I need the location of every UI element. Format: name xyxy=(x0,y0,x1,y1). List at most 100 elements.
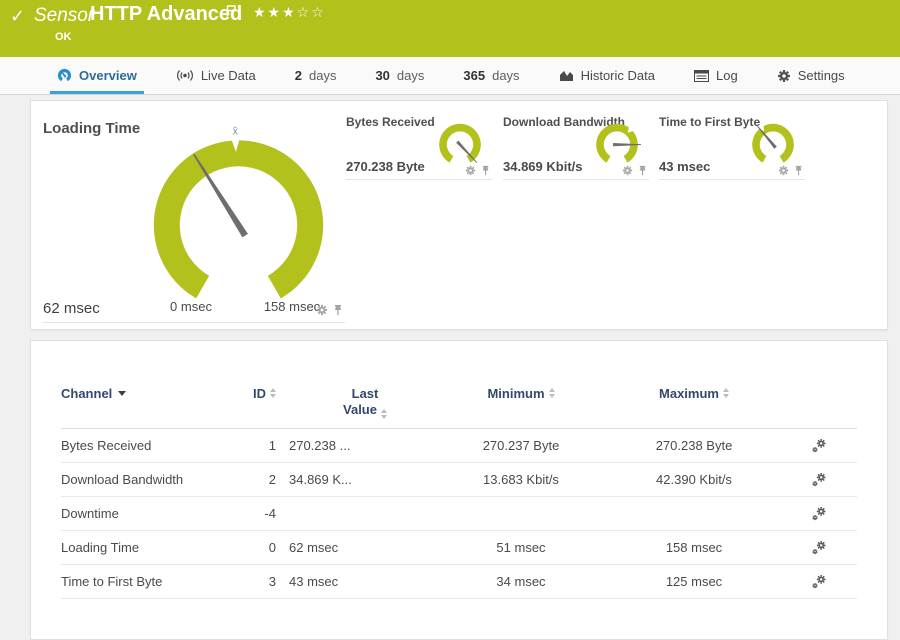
channel-name[interactable]: Time to First Byte xyxy=(61,574,246,589)
sort-arrows-icon xyxy=(381,409,387,419)
channel-id: 1 xyxy=(246,438,276,453)
channel-table-row: Downtime -4 xyxy=(61,497,857,531)
small-gauge xyxy=(749,119,797,167)
channel-maximum: 125 msec xyxy=(601,574,787,589)
tab-label: days xyxy=(492,68,519,83)
flag-icon[interactable] xyxy=(226,5,237,17)
channel-maximum: 270.238 Byte xyxy=(601,438,787,453)
channel-settings-icon[interactable] xyxy=(812,506,827,521)
tab-log[interactable]: Log xyxy=(694,57,738,94)
settings-icon xyxy=(777,69,791,83)
channel-table-row: Bytes Received 1 270.238 ... 270.237 Byt… xyxy=(61,429,857,463)
channel-id: 3 xyxy=(246,574,276,589)
column-label: Maximum xyxy=(659,386,719,401)
tab-live-data[interactable]: Live Data xyxy=(176,57,256,94)
channel-maximum: 158 msec xyxy=(601,540,787,555)
pin-icon[interactable] xyxy=(481,165,490,176)
tab-label: Overview xyxy=(79,68,137,83)
small-gauge-value: 34.869 Kbit/s xyxy=(503,159,583,174)
main-gauge-title: Loading Time xyxy=(43,120,140,137)
small-gauge-title: Bytes Received xyxy=(346,115,435,129)
tab-label: Settings xyxy=(798,68,845,83)
svg-text:x̄: x̄ xyxy=(233,126,239,138)
channel-settings-icon[interactable] xyxy=(812,574,827,589)
tab-label: Historic Data xyxy=(581,68,655,83)
channel-settings-icon[interactable] xyxy=(812,438,827,453)
gear-icon[interactable] xyxy=(622,165,633,176)
column-header-maximum[interactable]: Maximum xyxy=(601,386,787,401)
small-gauge-title: Time to First Byte xyxy=(659,115,760,129)
tab-label: days xyxy=(309,68,336,83)
sensor-title: HTTP Advanced xyxy=(90,3,242,26)
tab-number: 2 xyxy=(295,68,302,83)
sensor-status-badge: OK xyxy=(55,31,72,43)
channel-last-value: 62 msec xyxy=(276,540,441,555)
tab-number: 30 xyxy=(375,68,389,83)
column-label: Last Value xyxy=(343,386,378,417)
tab-label: Live Data xyxy=(201,68,256,83)
pin-icon[interactable] xyxy=(794,165,803,176)
pin-icon[interactable] xyxy=(638,165,647,176)
sort-arrows-icon xyxy=(549,388,555,398)
column-label: Channel xyxy=(61,386,112,401)
small-gauge-value: 270.238 Byte xyxy=(346,159,425,174)
channel-settings-icon[interactable] xyxy=(812,472,827,487)
channel-name[interactable]: Bytes Received xyxy=(61,438,246,453)
tab-2-days[interactable]: 2 days xyxy=(295,57,337,94)
tab-historic-data[interactable]: Historic Data xyxy=(559,57,655,94)
tile-actions xyxy=(465,165,490,176)
pin-icon[interactable] xyxy=(333,304,343,316)
channel-id: -4 xyxy=(246,506,276,521)
small-gauge-value: 43 msec xyxy=(659,159,710,174)
tab-overview[interactable]: Overview xyxy=(57,57,137,94)
gear-icon[interactable] xyxy=(316,304,328,316)
log-icon xyxy=(694,70,709,82)
tab-bar: Overview Live Data 2 days 30 days 365 days Histo… xyxy=(0,57,900,95)
channel-settings-icon[interactable] xyxy=(812,540,827,555)
channel-id: 0 xyxy=(246,540,276,555)
column-header-minimum[interactable]: Minimum xyxy=(441,386,601,401)
channel-name[interactable]: Download Bandwidth xyxy=(61,472,246,487)
channel-name[interactable]: Downtime xyxy=(61,506,246,521)
gauge-tile-time-to-first-byte: Time to First Byte 43 msec xyxy=(659,115,805,180)
tab-number: 365 xyxy=(463,68,485,83)
channel-last-value: 43 msec xyxy=(276,574,441,589)
sensor-header: ✓ Sensor HTTP Advanced ★★★☆☆ OK xyxy=(0,0,900,57)
channel-last-value: 34.869 K... xyxy=(276,472,441,487)
live-data-icon xyxy=(176,69,194,82)
column-header-channel[interactable]: Channel xyxy=(61,386,246,401)
column-label: Minimum xyxy=(487,386,544,401)
tab-365-days[interactable]: 365 days xyxy=(463,57,519,94)
sort-arrows-icon xyxy=(723,388,729,398)
tab-label: Log xyxy=(716,68,738,83)
tab-settings[interactable]: Settings xyxy=(777,57,845,94)
gauge-min-label: 0 msec xyxy=(161,299,221,314)
tile-actions xyxy=(316,304,343,316)
sensor-type-label: Sensor xyxy=(34,5,94,27)
channel-id: 2 xyxy=(246,472,276,487)
channel-table-row: Loading Time 0 62 msec 51 msec 158 msec xyxy=(61,531,857,565)
gauge-icon xyxy=(57,68,72,83)
column-label: ID xyxy=(253,386,266,401)
tile-actions xyxy=(778,165,803,176)
small-gauge xyxy=(593,119,641,167)
channel-minimum: 34 msec xyxy=(441,574,601,589)
gear-icon[interactable] xyxy=(778,165,789,176)
priority-stars[interactable]: ★★★☆☆ xyxy=(253,5,326,21)
gauge-tile-download-bandwidth: Download Bandwidth 34.869 Kbit/s xyxy=(503,115,649,180)
gear-icon[interactable] xyxy=(465,165,476,176)
channel-name[interactable]: Loading Time xyxy=(61,540,246,555)
tab-30-days[interactable]: 30 days xyxy=(375,57,424,94)
loading-time-tile: Loading Time x̄ 0 msec 158 msec 62 msec xyxy=(43,111,345,323)
status-ok-check-icon: ✓ xyxy=(10,6,25,27)
main-gauge-value: 62 msec xyxy=(43,300,100,317)
tab-label: days xyxy=(397,68,424,83)
loading-time-gauge: x̄ xyxy=(142,123,335,307)
gauges-panel: Loading Time x̄ 0 msec 158 msec 62 msec … xyxy=(30,100,888,330)
tile-actions xyxy=(622,165,647,176)
column-header-id[interactable]: ID xyxy=(246,386,276,401)
table-header-row: Channel ID Last Value Minimum Maximum xyxy=(61,386,857,429)
channel-minimum: 13.683 Kbit/s xyxy=(441,472,601,487)
channel-minimum: 51 msec xyxy=(441,540,601,555)
column-header-last-value[interactable]: Last Value xyxy=(276,386,441,419)
